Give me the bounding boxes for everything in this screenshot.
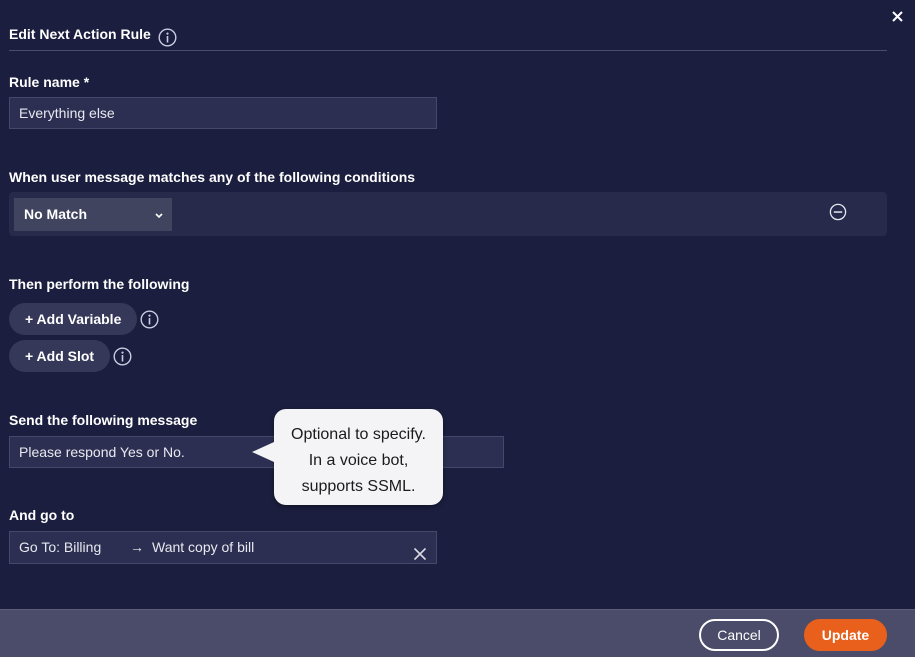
condition-row: No Match bbox=[9, 192, 887, 236]
add-slot-button[interactable]: + Add Slot bbox=[9, 340, 111, 372]
edit-rule-dialog: Edit Next Action Rule Rule name * Everyt… bbox=[0, 0, 915, 657]
arrow-right-icon: → bbox=[130, 539, 144, 555]
tooltip-line: supports SSML. bbox=[301, 478, 416, 495]
chevron-down-icon bbox=[154, 198, 164, 231]
actions-label: Then perform the following bbox=[9, 276, 190, 292]
add-slot-info-icon[interactable] bbox=[113, 347, 132, 366]
cancel-button[interactable]: Cancel bbox=[699, 619, 779, 651]
rule-name-input[interactable]: Everything else bbox=[9, 97, 437, 129]
tooltip-line: In a voice bot, bbox=[308, 452, 409, 469]
update-button[interactable]: Update bbox=[804, 619, 887, 651]
dialog-title: Edit Next Action Rule bbox=[9, 26, 151, 42]
close-icon bbox=[891, 10, 903, 22]
minus-circle-icon bbox=[829, 203, 847, 221]
condition-select[interactable]: No Match bbox=[14, 198, 172, 231]
remove-condition-button[interactable] bbox=[829, 203, 847, 221]
clear-goto-button[interactable] bbox=[413, 541, 427, 561]
dialog-header: Edit Next Action Rule bbox=[9, 24, 887, 51]
dialog-footer: Cancel Update bbox=[0, 609, 915, 657]
conditions-label: When user message matches any of the fol… bbox=[9, 169, 416, 185]
info-icon[interactable] bbox=[158, 28, 177, 47]
goto-label: And go to bbox=[9, 507, 75, 523]
tooltip-line: Optional to specify. bbox=[291, 426, 426, 443]
ssml-tooltip: Optional to specify. In a voice bot, sup… bbox=[252, 409, 443, 505]
message-label: Send the following message bbox=[9, 412, 198, 428]
add-variable-info-icon[interactable] bbox=[140, 310, 159, 329]
add-variable-button[interactable]: + Add Variable bbox=[9, 303, 138, 335]
goto-target: Go To: Billing bbox=[19, 539, 102, 555]
rule-name-label: Rule name * bbox=[9, 74, 90, 90]
goto-destination: Want copy of bill bbox=[152, 539, 255, 555]
close-button[interactable] bbox=[888, 7, 906, 25]
goto-field[interactable]: Go To: Billing → Want copy of bill bbox=[9, 531, 437, 564]
condition-select-value: No Match bbox=[24, 206, 87, 222]
close-icon bbox=[413, 547, 427, 561]
